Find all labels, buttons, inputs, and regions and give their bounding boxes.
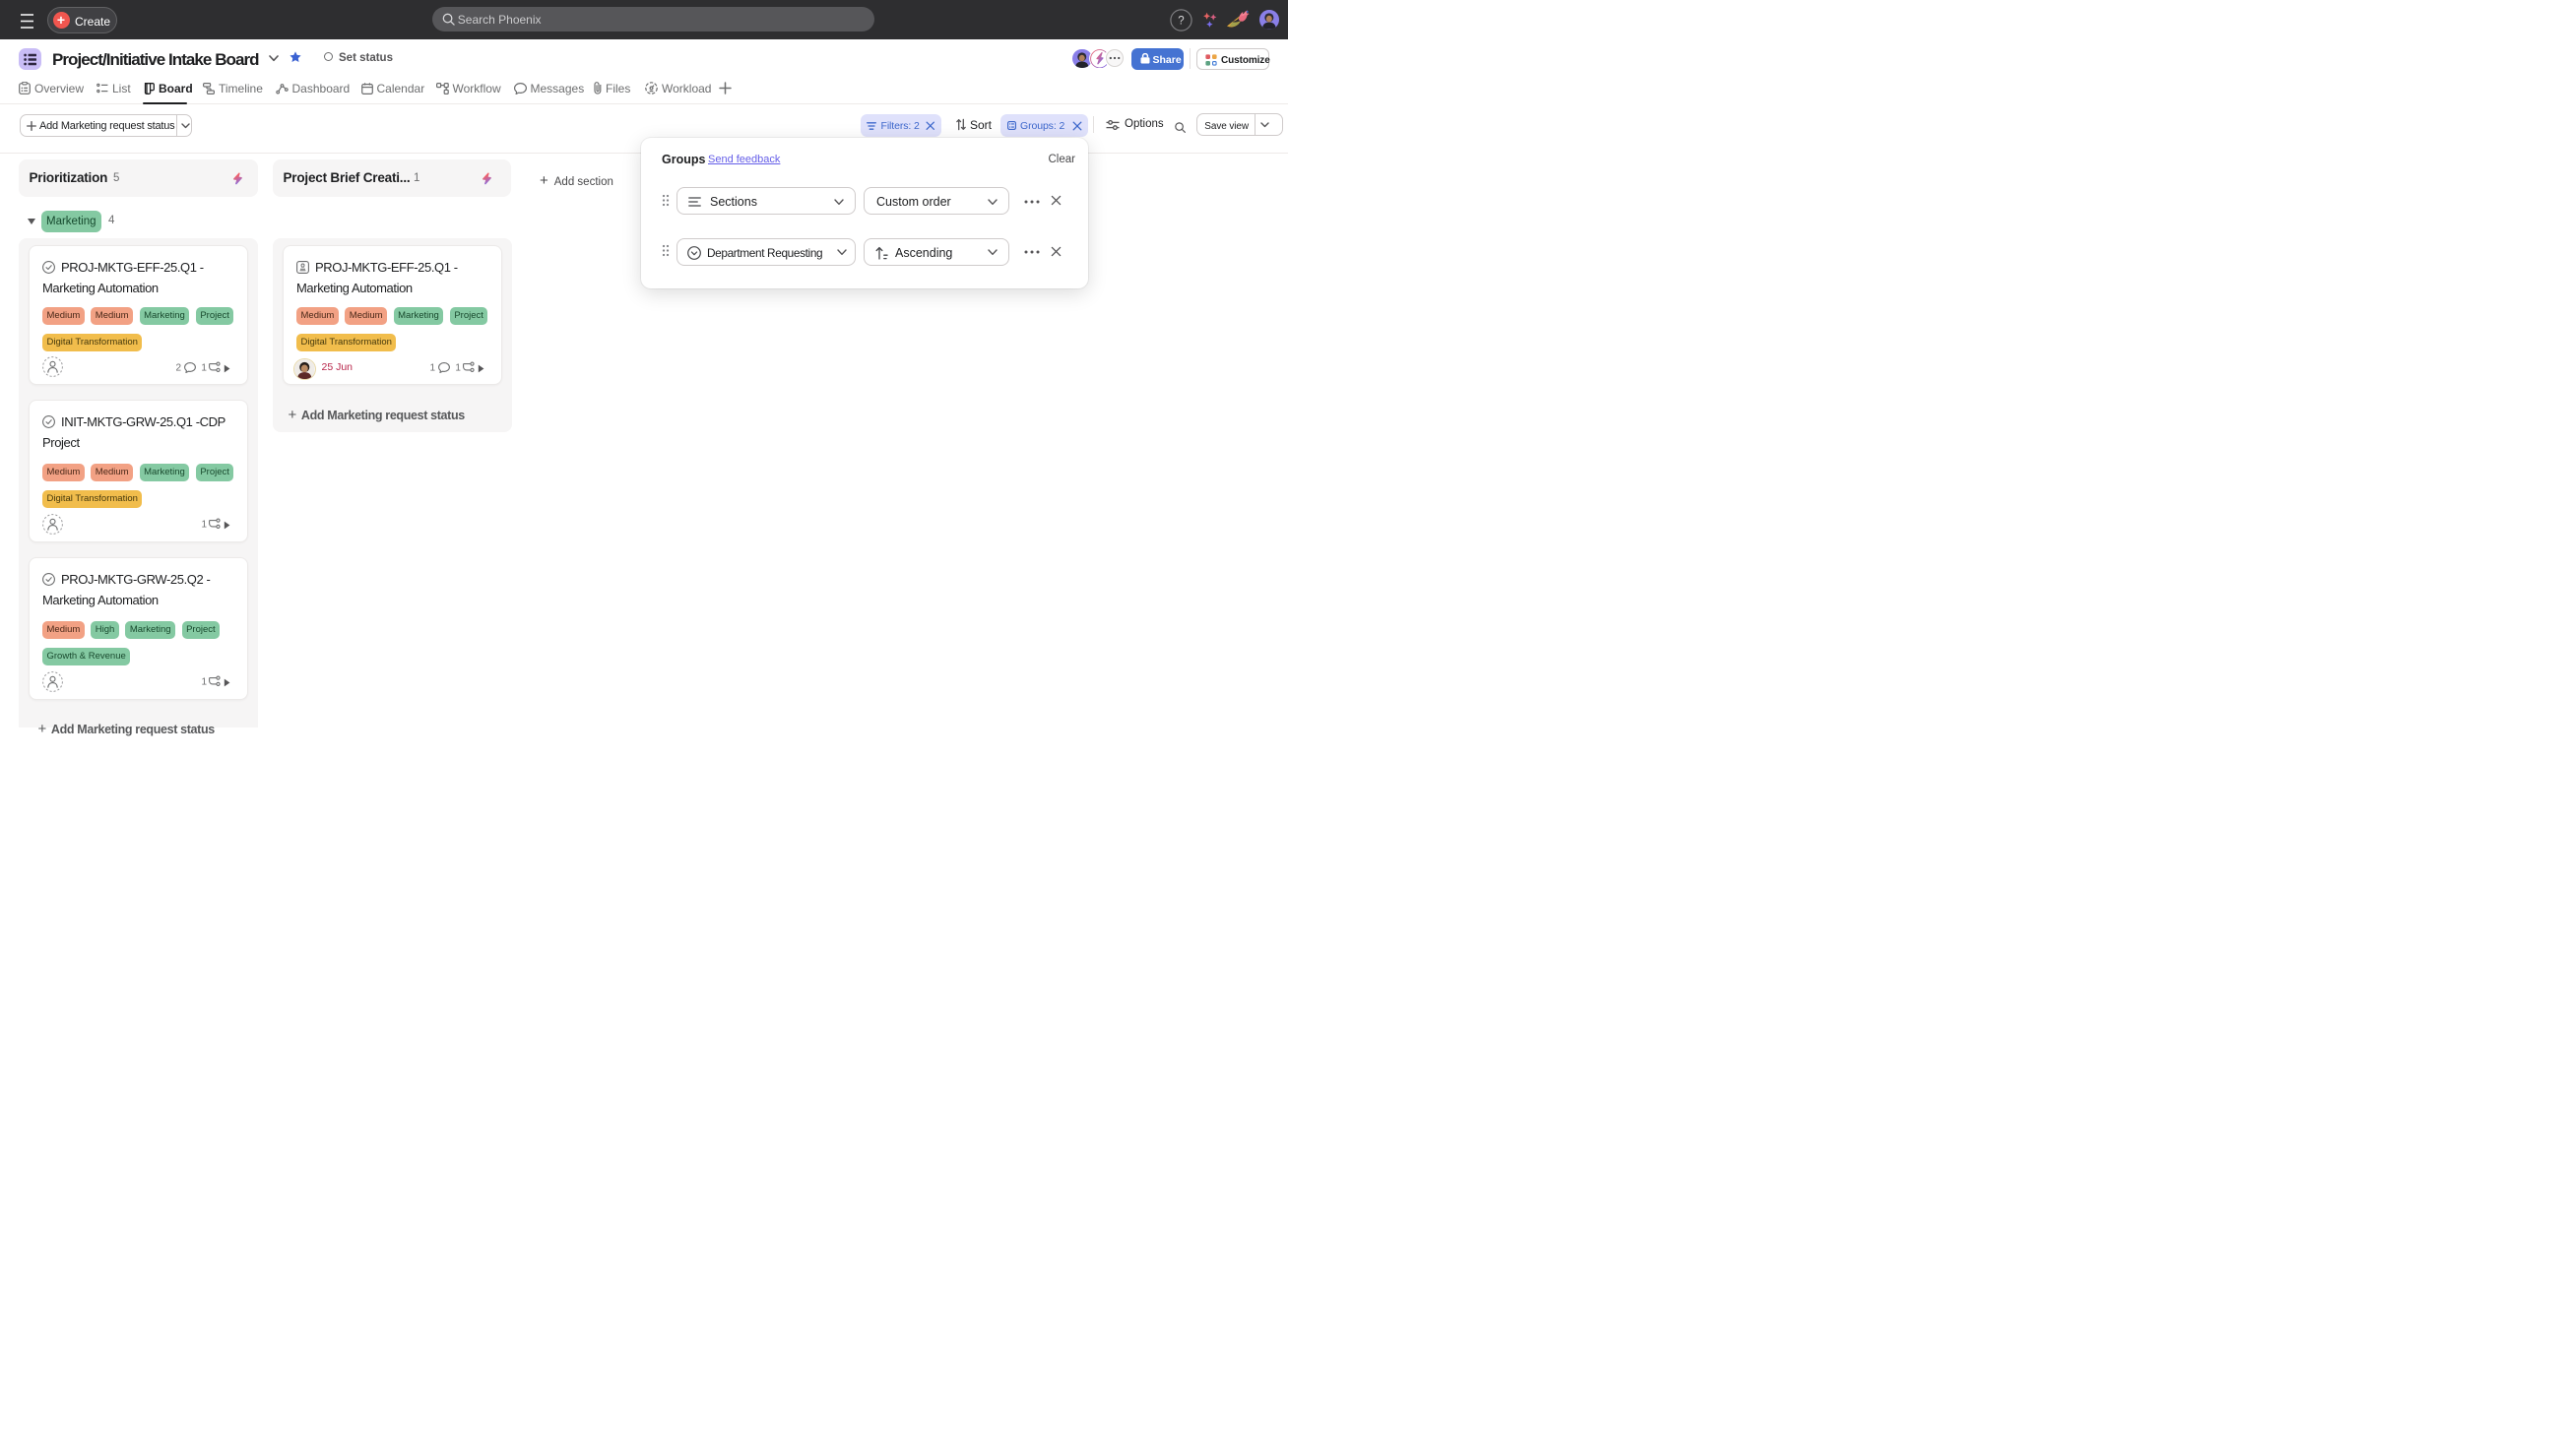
svg-text:?: ? bbox=[1178, 15, 1184, 27]
